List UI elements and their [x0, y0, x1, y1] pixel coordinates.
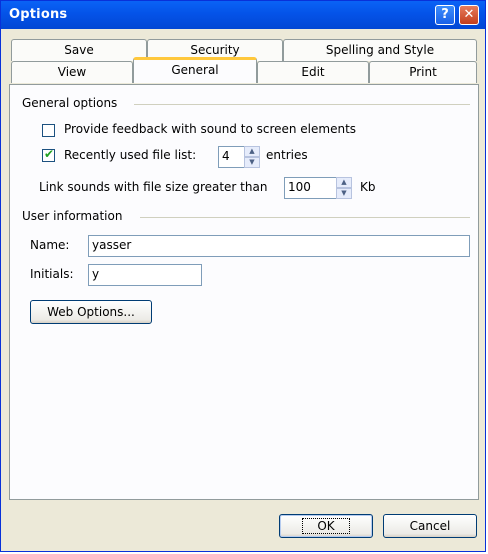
spin-down-icon[interactable]: ▼ [336, 188, 352, 199]
link-sounds-label: Link sounds with file size greater than [39, 180, 268, 194]
tab-print[interactable]: Print [369, 61, 477, 83]
ok-button[interactable]: OK [279, 514, 373, 538]
window-title: Options [9, 7, 68, 22]
tab-edit[interactable]: Edit [257, 61, 369, 83]
recent-files-count-value: 4 [222, 149, 230, 163]
tab-general[interactable]: General [133, 57, 257, 83]
initials-input[interactable]: y [88, 264, 202, 286]
options-dialog: Options ? ✕ Save Security Spelling and S… [0, 0, 486, 552]
general-tab-panel: General options Provide feedback with so… [9, 84, 479, 500]
close-icon: ✕ [463, 7, 475, 22]
feedback-sound-checkbox[interactable] [42, 124, 55, 137]
feedback-sound-label: Provide feedback with sound to screen el… [64, 122, 357, 136]
ok-label: OK [302, 518, 350, 534]
link-sounds-size-value: 100 [288, 180, 311, 194]
close-button[interactable]: ✕ [459, 5, 479, 25]
spin-up-icon[interactable]: ▲ [336, 177, 352, 188]
tab-save[interactable]: Save [11, 39, 147, 61]
checkmark-icon: ✔ [44, 147, 55, 161]
spin-up-icon[interactable]: ▲ [244, 146, 260, 157]
title-bar[interactable]: Options ? ✕ [1, 1, 485, 29]
link-sounds-suffix: Kb [360, 180, 376, 194]
cancel-button[interactable]: Cancel [383, 514, 477, 538]
recent-files-label: Recently used file list: [64, 148, 197, 162]
initials-value: y [92, 267, 100, 281]
group-divider [134, 104, 470, 105]
recent-files-spinner[interactable]: ▲ ▼ [244, 146, 260, 168]
recent-files-checkbox[interactable]: ✔ [42, 147, 55, 162]
help-icon: ? [441, 7, 449, 22]
user-information-heading: User information [22, 209, 123, 223]
name-label: Name: [30, 238, 70, 252]
link-sounds-spinner[interactable]: ▲ ▼ [336, 177, 352, 199]
general-options-heading: General options [22, 96, 118, 110]
group-divider [140, 217, 470, 218]
spin-down-icon[interactable]: ▼ [244, 157, 260, 168]
tab-view[interactable]: View [11, 61, 133, 83]
name-input[interactable]: yasser [88, 235, 470, 257]
recent-files-suffix: entries [266, 148, 308, 162]
tab-spelling-and-style[interactable]: Spelling and Style [283, 39, 477, 61]
web-options-button[interactable]: Web Options... [30, 300, 152, 324]
help-button[interactable]: ? [435, 5, 455, 25]
name-value: yasser [92, 238, 132, 252]
initials-label: Initials: [30, 267, 74, 281]
